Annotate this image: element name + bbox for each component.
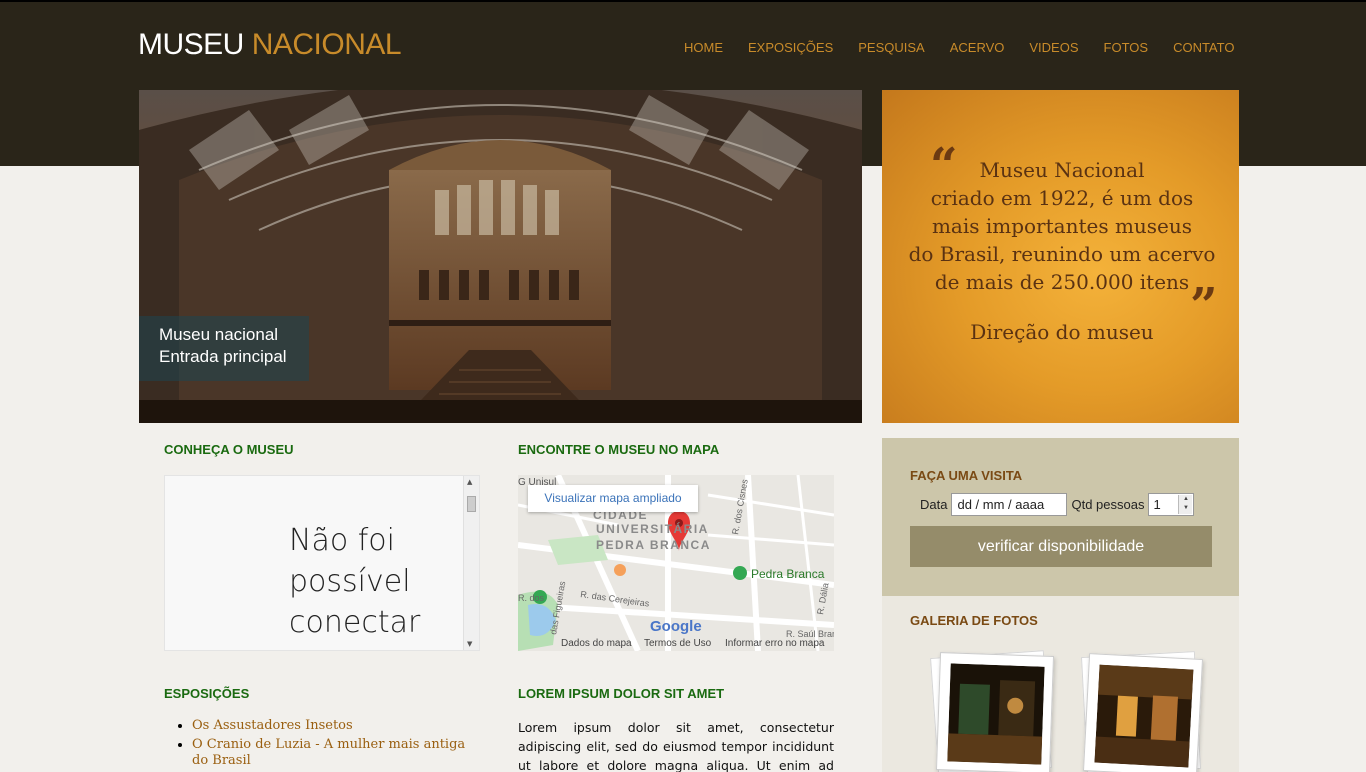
error-line: Não foi bbox=[289, 523, 395, 558]
quote-line: mais importantes museus bbox=[931, 214, 1193, 238]
hero-caption-line1: Museu nacional bbox=[159, 325, 279, 344]
connection-error-text: Não foi possível conectar bbox=[289, 520, 420, 643]
error-line: conectar bbox=[289, 605, 421, 640]
lorem-paragraph: Lorem ipsum dolor sit amet, consectetur … bbox=[518, 720, 834, 772]
exhibition-link[interactable]: Os Assustadores Insetos bbox=[192, 718, 353, 733]
scroll-down-icon[interactable]: ▼ bbox=[467, 640, 472, 648]
scroll-thumb[interactable] bbox=[467, 496, 476, 512]
map-terms-link[interactable]: Termos de Uso bbox=[644, 638, 711, 649]
map-embed[interactable]: CIDADE UNIVERSITÁRIA PEDRA BRANCA Pedra … bbox=[518, 475, 834, 651]
gallery-photo-1[interactable] bbox=[935, 652, 1055, 772]
logo-nacional: NACIONAL bbox=[251, 28, 402, 61]
hero-caption-line2: Entrada principal bbox=[159, 347, 287, 366]
map-area-line2: UNIVERSITÁRIA bbox=[596, 521, 709, 536]
nav-acervo[interactable]: ACERVO bbox=[950, 40, 1005, 55]
gallery-image-2 bbox=[1094, 664, 1194, 768]
map-footer: Dados do mapa Termos de Uso Informar err… bbox=[518, 637, 834, 651]
about-title: CONHEÇA O MUSEU bbox=[164, 442, 294, 457]
date-field[interactable]: dd / mm / aaaa bbox=[951, 493, 1068, 516]
verify-availability-button[interactable]: verificar disponibilidade bbox=[910, 526, 1212, 567]
frame-scrollbar[interactable]: ▲ ▼ bbox=[463, 476, 479, 650]
qty-label: Qtd pessoas bbox=[1071, 497, 1145, 512]
map-report-link[interactable]: Informar erro no mapa bbox=[725, 638, 825, 649]
nav-videos[interactable]: VIDEOS bbox=[1029, 40, 1078, 55]
quote-line: Museu Nacional bbox=[979, 158, 1145, 182]
site-logo[interactable]: MUSEU NACIONAL bbox=[138, 28, 402, 62]
hero-caption: Museu nacional Entrada principal bbox=[139, 316, 309, 381]
logo-museu: MUSEU bbox=[138, 28, 244, 61]
quote-line: de mais de 250.000 itens bbox=[934, 270, 1190, 294]
quote-text: Museu Nacional criado em 1922, é um dos … bbox=[902, 156, 1222, 296]
hero-banner: Museu nacional Entrada principal bbox=[139, 90, 862, 423]
nav-fotos[interactable]: FOTOS bbox=[1104, 40, 1149, 55]
exhibitions-list: Os Assustadores Insetos O Cranio de Luzi… bbox=[192, 718, 482, 772]
quote-line: criado em 1922, é um dos bbox=[930, 186, 1194, 210]
quote-author: Direção do museu bbox=[970, 320, 1154, 344]
embedded-frame[interactable]: Não foi possível conectar ▲ ▼ bbox=[164, 475, 480, 651]
map-title: ENCONTRE O MUSEU NO MAPA bbox=[518, 442, 720, 457]
scroll-up-icon[interactable]: ▲ bbox=[467, 478, 472, 486]
map-street-label: R. dos bbox=[518, 593, 545, 603]
qty-value: 1 bbox=[1153, 497, 1161, 512]
lorem-title: LOREM IPSUM DOLOR SIT AMET bbox=[518, 686, 725, 701]
visit-title: FAÇA UMA VISITA bbox=[910, 468, 1023, 483]
list-item: Os Assustadores Insetos bbox=[192, 718, 482, 734]
gallery-image-1 bbox=[947, 663, 1045, 765]
nav-exposicoes[interactable]: EXPOSIÇÕES bbox=[748, 40, 833, 55]
nav-contato[interactable]: CONTATO bbox=[1173, 40, 1234, 55]
quote-panel: “ Museu Nacional criado em 1922, é um do… bbox=[882, 90, 1239, 423]
view-larger-map-button[interactable]: Visualizar mapa ampliado bbox=[528, 485, 698, 512]
map-place-label: Pedra Branca bbox=[751, 567, 825, 581]
error-line: possível bbox=[289, 564, 411, 599]
gallery-photo-2[interactable] bbox=[1082, 653, 1204, 772]
date-label: Data bbox=[920, 497, 948, 512]
visit-panel: FAÇA UMA VISITA Data dd / mm / aaaa Qtd … bbox=[882, 438, 1239, 596]
google-logo: Google bbox=[650, 618, 702, 635]
nav-pesquisa[interactable]: PESQUISA bbox=[858, 40, 924, 55]
list-item: O Cranio de Luzia - A mulher mais antiga… bbox=[192, 737, 482, 769]
map-area-line3: PEDRA BRANCA bbox=[596, 538, 711, 552]
nav-home[interactable]: HOME bbox=[684, 40, 723, 55]
exhibition-link[interactable]: O Cranio de Luzia - A mulher mais antiga… bbox=[192, 737, 465, 768]
exhibitions-title: ESPOSIÇÕES bbox=[164, 686, 250, 701]
main-nav: HOME EXPOSIÇÕES PESQUISA ACERVO VIDEOS F… bbox=[684, 40, 1259, 55]
gallery-panel: GALERIA DE FOTOS bbox=[882, 596, 1239, 772]
quote-line: do Brasil, reunindo um acervo bbox=[908, 242, 1216, 266]
spin-arrows-icon[interactable]: ▲ ▼ bbox=[1178, 495, 1193, 514]
qty-stepper[interactable]: 1 ▲ ▼ bbox=[1148, 493, 1195, 516]
map-data-link[interactable]: Dados do mapa bbox=[561, 638, 632, 649]
visit-form-row: Data dd / mm / aaaa Qtd pessoas 1 ▲ ▼ bbox=[920, 493, 1195, 516]
gallery-title: GALERIA DE FOTOS bbox=[910, 613, 1038, 628]
